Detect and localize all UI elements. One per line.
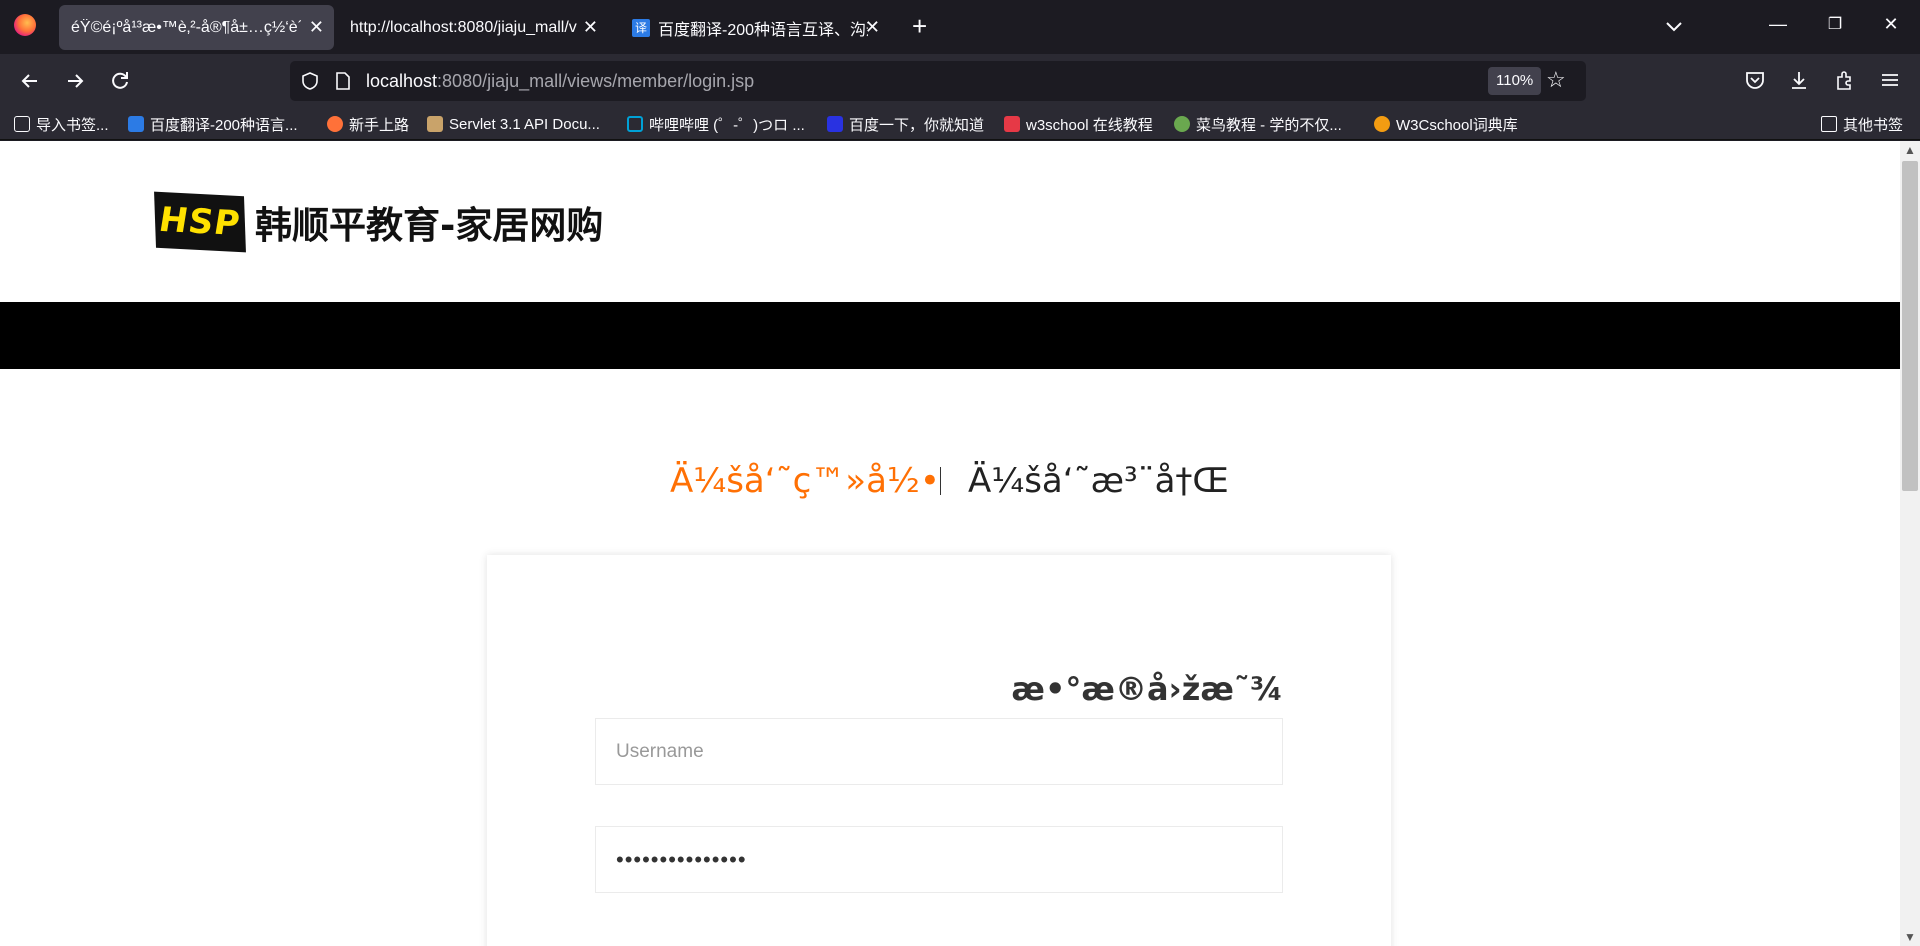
extensions-icon[interactable] — [1833, 69, 1855, 91]
tab-title: http://localhost:8080/jiaju_mall/v — [350, 18, 577, 36]
scrollbar-thumb[interactable] — [1902, 161, 1918, 491]
page-viewport: HSP 韩顺平教育-家居网购 Ä¼šå‘˜ç™»å½• Ä¼šå‘˜æ³¨å†Œ… — [0, 141, 1900, 946]
bookmark-star-icon[interactable]: ☆ — [1546, 67, 1566, 93]
back-button[interactable] — [17, 68, 43, 94]
site-logo[interactable]: HSP 韩顺平教育-家居网购 — [154, 191, 604, 253]
translate-icon: 译 — [632, 18, 650, 37]
bookmark-baidu[interactable]: 百度一下，你就知道 — [827, 113, 984, 135]
scroll-down-icon[interactable]: ▼ — [1900, 930, 1920, 944]
login-form-card: æ•°æ®å›žæ˜¾ — [487, 555, 1391, 946]
import-icon — [14, 116, 30, 132]
page-info-icon[interactable] — [334, 71, 352, 91]
bookmark-import[interactable]: 导入书签... — [14, 113, 109, 135]
tab-title: éŸ©é¡ºå¹³æ•™è‚²-å®¶å±…ç½‘è´­ — [71, 18, 301, 36]
tab-localhost[interactable]: http://localhost:8080/jiaju_mall/v ✕ — [338, 5, 608, 50]
member-login-tab[interactable]: Ä¼šå‘˜ç™»å½• — [670, 461, 940, 501]
reload-icon — [112, 72, 128, 89]
folder-icon — [1821, 116, 1837, 132]
navigation-toolbar: localhost:8080/jiaju_mall/views/member/l… — [0, 54, 1920, 108]
bookmark-label: 百度翻译-200种语言... — [150, 116, 298, 134]
zoom-level-button[interactable]: 110% — [1488, 67, 1542, 95]
downloads-icon[interactable] — [1788, 69, 1810, 91]
tab-baidu-translate[interactable]: 译 百度翻译-200种语言互译、沟通 ✕ — [620, 5, 890, 50]
scroll-up-icon[interactable]: ▲ — [1900, 143, 1920, 157]
tab-strip: éŸ©é¡ºå¹³æ•™è‚²-å®¶å±…ç½‘è´­ ✕ http://lo… — [0, 0, 1920, 54]
close-icon[interactable]: ✕ — [583, 17, 598, 37]
bookmark-runoob[interactable]: 菜鸟教程 - 学的不仅... — [1174, 113, 1342, 135]
bookmark-label: 菜鸟教程 - 学的不仅... — [1196, 116, 1342, 134]
bookmark-label: w3school 在线教程 — [1026, 116, 1153, 134]
other-bookmarks[interactable]: 其他书签 — [1821, 113, 1903, 135]
close-icon[interactable]: ✕ — [309, 17, 324, 37]
bilibili-icon — [627, 116, 643, 132]
bookmark-label: 导入书签... — [36, 116, 109, 134]
shield-icon[interactable] — [300, 71, 320, 91]
bookmark-label: Servlet 3.1 API Docu... — [449, 115, 600, 133]
header-nav-bar — [0, 302, 1900, 369]
runoob-icon — [1174, 116, 1190, 132]
other-bookmarks-label: 其他书签 — [1843, 116, 1904, 134]
page-scrollbar[interactable]: ▲ ▼ — [1900, 141, 1920, 946]
bookmark-getting-started[interactable]: 新手上路 — [327, 113, 409, 135]
bookmarks-toolbar: 导入书签... 百度翻译-200种语言... 新手上路 Servlet 3.1 … — [0, 108, 1920, 140]
list-all-tabs-icon[interactable] — [1664, 16, 1684, 36]
password-input[interactable] — [595, 826, 1283, 893]
brand-name: 韩顺平教育-家居网购 — [255, 204, 604, 247]
error-message: æ•°æ®å›žæ˜¾ — [1011, 670, 1283, 708]
menu-icon[interactable] — [1879, 69, 1901, 91]
new-tab-button[interactable]: + — [912, 12, 927, 40]
url-path: :8080/jiaju_mall/views/member/login.jsp — [437, 71, 755, 91]
firefox-icon — [327, 116, 343, 132]
firefox-icon[interactable] — [14, 14, 36, 36]
bookmark-label: 新手上路 — [349, 116, 410, 134]
translate-icon — [128, 116, 144, 132]
bookmark-label: 哔哩哔哩 (゜-゜)つロ ... — [649, 116, 805, 134]
w3cschool-icon — [1374, 116, 1390, 132]
reload-button[interactable] — [107, 68, 133, 94]
java-icon — [427, 116, 443, 132]
url-host: localhost — [366, 71, 438, 91]
w3school-icon — [1004, 116, 1020, 132]
bookmark-w3cschool[interactable]: W3Cschool词典库 — [1374, 113, 1518, 135]
bookmark-w3school[interactable]: w3school 在线教程 — [1004, 113, 1153, 135]
hsp-badge: HSP — [154, 191, 246, 253]
tab-title: 百度翻译-200种语言互译、沟通 — [658, 21, 868, 39]
restore-button[interactable]: ❐ — [1822, 14, 1848, 34]
pocket-icon[interactable] — [1744, 69, 1766, 91]
bookmark-baidu-translate[interactable]: 百度翻译-200种语言... — [128, 113, 298, 135]
close-icon[interactable]: ✕ — [865, 17, 880, 37]
login-register-tabs: Ä¼šå‘˜ç™»å½• Ä¼šå‘˜æ³¨å†Œ — [0, 461, 1900, 511]
browser-window: éŸ©é¡ºå¹³æ•™è‚²-å®¶å±…ç½‘è´­ ✕ http://lo… — [0, 0, 1920, 946]
url-text[interactable]: localhost:8080/jiaju_mall/views/member/l… — [366, 71, 754, 92]
username-input[interactable] — [595, 718, 1283, 785]
forward-arrow-icon — [68, 74, 84, 88]
tab-login-page[interactable]: éŸ©é¡ºå¹³æ•™è‚²-å®¶å±…ç½‘è´­ ✕ — [59, 5, 334, 50]
url-bar[interactable]: localhost:8080/jiaju_mall/views/member/l… — [290, 61, 1586, 101]
back-arrow-icon — [21, 74, 37, 88]
bookmark-label: 百度一下，你就知道 — [849, 116, 985, 134]
badge-text: HSP — [158, 199, 242, 245]
bookmark-label: W3Cschool词典库 — [1396, 116, 1518, 134]
bookmark-bilibili[interactable]: 哔哩哔哩 (゜-゜)つロ ... — [627, 113, 805, 135]
baidu-icon — [827, 116, 843, 132]
minimize-button[interactable]: — — [1765, 14, 1791, 35]
member-register-tab[interactable]: Ä¼šå‘˜æ³¨å†Œ — [968, 461, 1229, 501]
forward-button[interactable] — [62, 68, 88, 94]
bookmark-servlet-api[interactable]: Servlet 3.1 API Docu... — [427, 113, 600, 135]
window-close-button[interactable]: ✕ — [1878, 14, 1904, 35]
tab-divider — [940, 467, 941, 495]
